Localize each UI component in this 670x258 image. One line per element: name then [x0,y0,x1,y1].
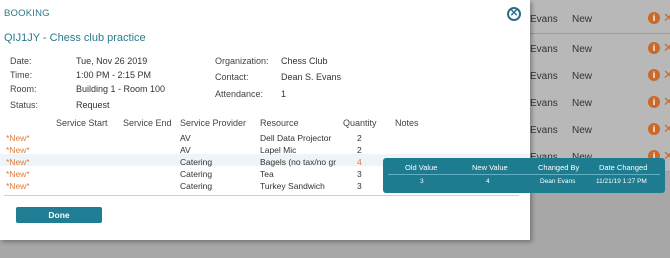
info-icon[interactable]: i [648,12,660,24]
col-header-service-start: Service Start [56,118,108,128]
list-item: Evans New i ✕ [530,115,670,145]
new-flag: *New* [6,169,30,179]
status-label: Status: [10,100,39,110]
list-item-status: New [572,125,593,136]
divider [4,195,519,196]
tooltip-new-value: 4 [486,178,490,185]
close-icon[interactable]: ✕ [507,7,521,21]
list-item-contact: Evans [530,125,558,136]
resource: Bagels (no tax/no gr [260,157,337,167]
col-header-notes: Notes [395,118,419,128]
list-item: Evans New i ✕ [530,34,670,64]
tooltip-header-old-value: Old Value [405,163,438,172]
list-item-status: New [572,98,593,109]
date-value: Tue, Nov 26 2019 [76,56,148,66]
done-button[interactable]: Done [16,207,102,223]
list-item: Evans New i ✕ [530,88,670,118]
status-value: Request [76,100,110,110]
contact-value: Dean S. Evans [281,72,342,82]
service-provider: Catering [180,181,213,191]
service-provider: AV [180,145,191,155]
booking-title: QIJ1JY - Chess club practice [4,32,146,44]
resource: Tea [260,169,274,179]
quantity: 3 [357,169,362,179]
modal-title: BOOKING [4,8,50,19]
new-flag: *New* [6,157,30,167]
quantity: 2 [357,145,362,155]
attendance-value: 1 [281,89,287,99]
organization-value: Chess Club [281,56,328,66]
attendance-label: Attendance: [215,89,264,99]
resource: Turkey Sandwich [260,181,325,191]
list-item: Evans New i ✕ [530,4,670,34]
time-label: Time: [10,70,33,80]
tooltip-divider [388,174,660,175]
tooltip-old-value: 3 [420,178,424,185]
booking-modal: BOOKING ✕ QIJ1JY - Chess club practice D… [0,0,530,240]
quantity: 3 [357,181,362,191]
list-item-status: New [572,14,593,25]
change-history-tooltip: Old Value New Value Changed By Date Chan… [383,158,665,193]
new-flag: *New* [6,145,30,155]
time-value: 1:00 PM - 2:15 PM [76,70,152,80]
info-icon[interactable]: i [648,69,660,81]
tooltip-changed-by: Dean Evans [540,178,576,185]
list-item-contact: Evans [530,71,558,82]
remove-icon[interactable]: ✕ [663,40,670,56]
new-flag: *New* [6,181,30,191]
tooltip-header-new-value: New Value [472,163,508,172]
room-value: Building 1 - Room 100 [76,84,166,94]
list-item: Evans New i ✕ [530,61,670,91]
col-header-service-provider: Service Provider [180,118,247,128]
info-icon[interactable]: i [648,42,660,54]
tooltip-header-changed-by: Changed By [538,163,580,172]
resource: Lapel Mic [260,145,297,155]
room-label: Room: [10,84,37,94]
contact-label: Contact: [215,72,249,82]
list-item-status: New [572,44,593,55]
list-item-contact: Evans [530,14,558,25]
organization-label: Organization: [215,56,269,66]
resource: Dell Data Projector [260,133,332,143]
date-label: Date: [10,56,32,66]
tooltip-date-changed: 11/21/19 1:27 PM [596,178,647,185]
col-header-service-end: Service End [123,118,172,128]
list-item-status: New [572,71,593,82]
remove-icon[interactable]: ✕ [663,121,670,137]
quantity-changed[interactable]: 4 [357,157,362,167]
new-flag: *New* [6,133,30,143]
remove-icon[interactable]: ✕ [663,94,670,110]
tooltip-header-date-changed: Date Changed [599,163,648,172]
list-item-contact: Evans [530,98,558,109]
info-icon[interactable]: i [648,123,660,135]
quantity: 2 [357,133,362,143]
col-header-quantity: Quantity [343,118,377,128]
service-provider: AV [180,133,191,143]
service-provider: Catering [180,169,213,179]
info-icon[interactable]: i [648,96,660,108]
col-header-resource: Resource [260,118,299,128]
list-item-contact: Evans [530,44,558,55]
service-provider: Catering [180,157,213,167]
remove-icon[interactable]: ✕ [663,67,670,83]
remove-icon[interactable]: ✕ [663,10,670,26]
